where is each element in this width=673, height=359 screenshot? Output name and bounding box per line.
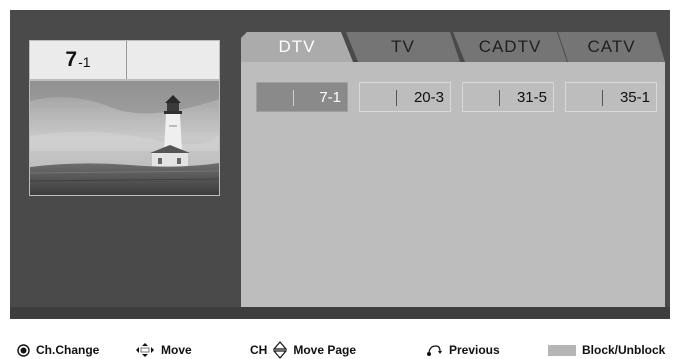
channel-number: 7-1 bbox=[319, 89, 341, 106]
channel-divider bbox=[602, 90, 603, 106]
legend-block-unblock: Block/Unblock bbox=[548, 341, 665, 359]
channel-item[interactable]: 31-5 bbox=[462, 82, 554, 112]
channel-divider bbox=[499, 90, 500, 106]
legend-move-page-label: Move Page bbox=[293, 343, 357, 357]
legend-previous-label: Previous bbox=[449, 343, 500, 357]
legend-move-page: CH Move Page bbox=[250, 341, 356, 359]
tab-dtv-label: DTV bbox=[278, 37, 316, 56]
preview-channel-sub: -1 bbox=[78, 54, 91, 70]
legend-ch-change: Ch.Change bbox=[17, 341, 99, 359]
legend-move: Move bbox=[135, 341, 192, 359]
tab-tv-label: TV bbox=[391, 37, 415, 56]
tab-tv[interactable]: TV bbox=[346, 32, 460, 62]
gray-color-key-icon bbox=[548, 344, 576, 356]
legend-ch-change-label: Ch.Change bbox=[36, 343, 100, 357]
tab-catv[interactable]: CATV bbox=[558, 32, 665, 62]
tab-cadtv-label: CADTV bbox=[478, 37, 542, 56]
tab-cadtv[interactable]: CADTV bbox=[453, 32, 567, 62]
preview-channel-header: 7 -1 bbox=[29, 40, 220, 80]
ok-button-icon bbox=[17, 343, 30, 357]
preview-channel-main: 7 bbox=[65, 48, 78, 71]
back-return-icon bbox=[427, 345, 442, 356]
preview-image-lighthouse bbox=[29, 80, 220, 196]
channel-number: 31-5 bbox=[516, 89, 547, 106]
channel-divider bbox=[396, 90, 397, 106]
arrow-keys-icon bbox=[136, 343, 154, 357]
channel-number: 35-1 bbox=[619, 89, 650, 106]
tab-catv-label: CATV bbox=[587, 37, 636, 56]
channel-item[interactable]: 35-1 bbox=[565, 82, 657, 112]
channel-divider bbox=[293, 90, 294, 106]
channel-item[interactable]: 20-3 bbox=[359, 82, 451, 112]
legend-block-unblock-label: Block/Unblock bbox=[582, 343, 666, 357]
bottom-strip bbox=[10, 307, 670, 319]
channel-item[interactable]: 7-1 bbox=[256, 82, 348, 112]
legend-previous: Previous bbox=[425, 341, 500, 359]
ch-up-down-icon bbox=[273, 341, 288, 359]
legend-move-label: Move bbox=[161, 343, 192, 357]
channel-number: 20-3 bbox=[413, 89, 444, 106]
tab-dtv[interactable]: DTV bbox=[241, 32, 353, 62]
preview-channel-number: 7 -1 bbox=[30, 41, 127, 79]
legend-ch-prefix: CH bbox=[250, 343, 268, 357]
